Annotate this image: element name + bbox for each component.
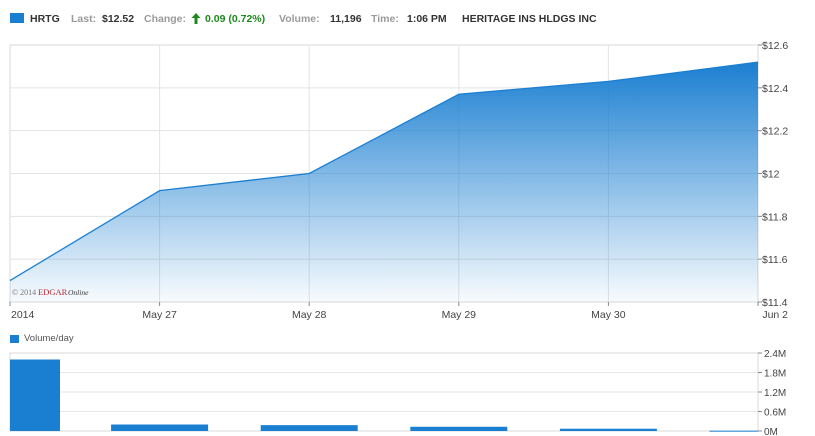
date-tick-label: May 28 (292, 309, 327, 321)
volume-ytick-label: 1.2M (764, 388, 786, 399)
price-ytick-label: $12.2 (762, 126, 788, 138)
volume-bar (410, 426, 508, 431)
price-area-fill (10, 62, 758, 303)
volume-bar (260, 425, 358, 431)
date-tick-label: May 29 (442, 309, 477, 321)
watermark-brand: EDGAR (38, 287, 68, 297)
price-volume-chart: $11.4 $11.6 $11.8 $12 $12.2 $12.4 $12.6 2014 Ma… (9, 40, 788, 436)
volume-swatch (10, 335, 19, 343)
watermark-copyright: © 2014 (12, 288, 36, 297)
volume-bar (709, 430, 758, 432)
price-ytick-label: $11.8 (762, 211, 788, 223)
watermark-brand-suffix: Online (68, 288, 89, 297)
volume-panel: 0M 0.6M 1.2M 1.8M 2.4M (9, 349, 786, 436)
volume-ytick-label: 2.4M (764, 349, 786, 360)
price-area-series (9, 61, 759, 303)
volume-y-axis: 0M 0.6M 1.2M 1.8M 2.4M (758, 349, 786, 436)
price-ytick-label: $12.6 (762, 40, 788, 52)
price-ytick-label: $11.6 (762, 254, 788, 266)
volume-bar (10, 359, 60, 431)
volume-ytick-label: 0M (764, 427, 778, 436)
date-tick-label: 2014 (11, 309, 35, 321)
edgar-online-watermark: © 2014 EDGAR Online (12, 287, 89, 297)
volume-ytick-label: 0.6M (764, 408, 786, 419)
price-panel: $11.4 $11.6 $11.8 $12 $12.2 $12.4 $12.6 2014 Ma… (9, 40, 788, 321)
volume-legend-label: Volume/day (24, 333, 74, 344)
volume-ytick-label: 1.8M (764, 369, 786, 380)
price-ytick-label: $12.4 (762, 83, 788, 95)
volume-bar (111, 424, 209, 431)
volume-bars (10, 359, 758, 432)
price-y-axis: $11.4 $11.6 $11.8 $12 $12.2 $12.4 $12.6 (758, 40, 788, 309)
volume-grid (10, 372, 758, 412)
price-ytick-label: $12 (762, 169, 780, 181)
date-tick-label: May 27 (142, 309, 177, 321)
date-tick-label: Jun 2 (762, 309, 788, 321)
date-x-axis: 2014 May 27 May 28 May 29 May 30 Jun 2 (9, 302, 788, 321)
price-ytick-label: $11.4 (762, 297, 788, 309)
volume-bar (559, 428, 657, 431)
date-tick-label: May 30 (591, 309, 626, 321)
